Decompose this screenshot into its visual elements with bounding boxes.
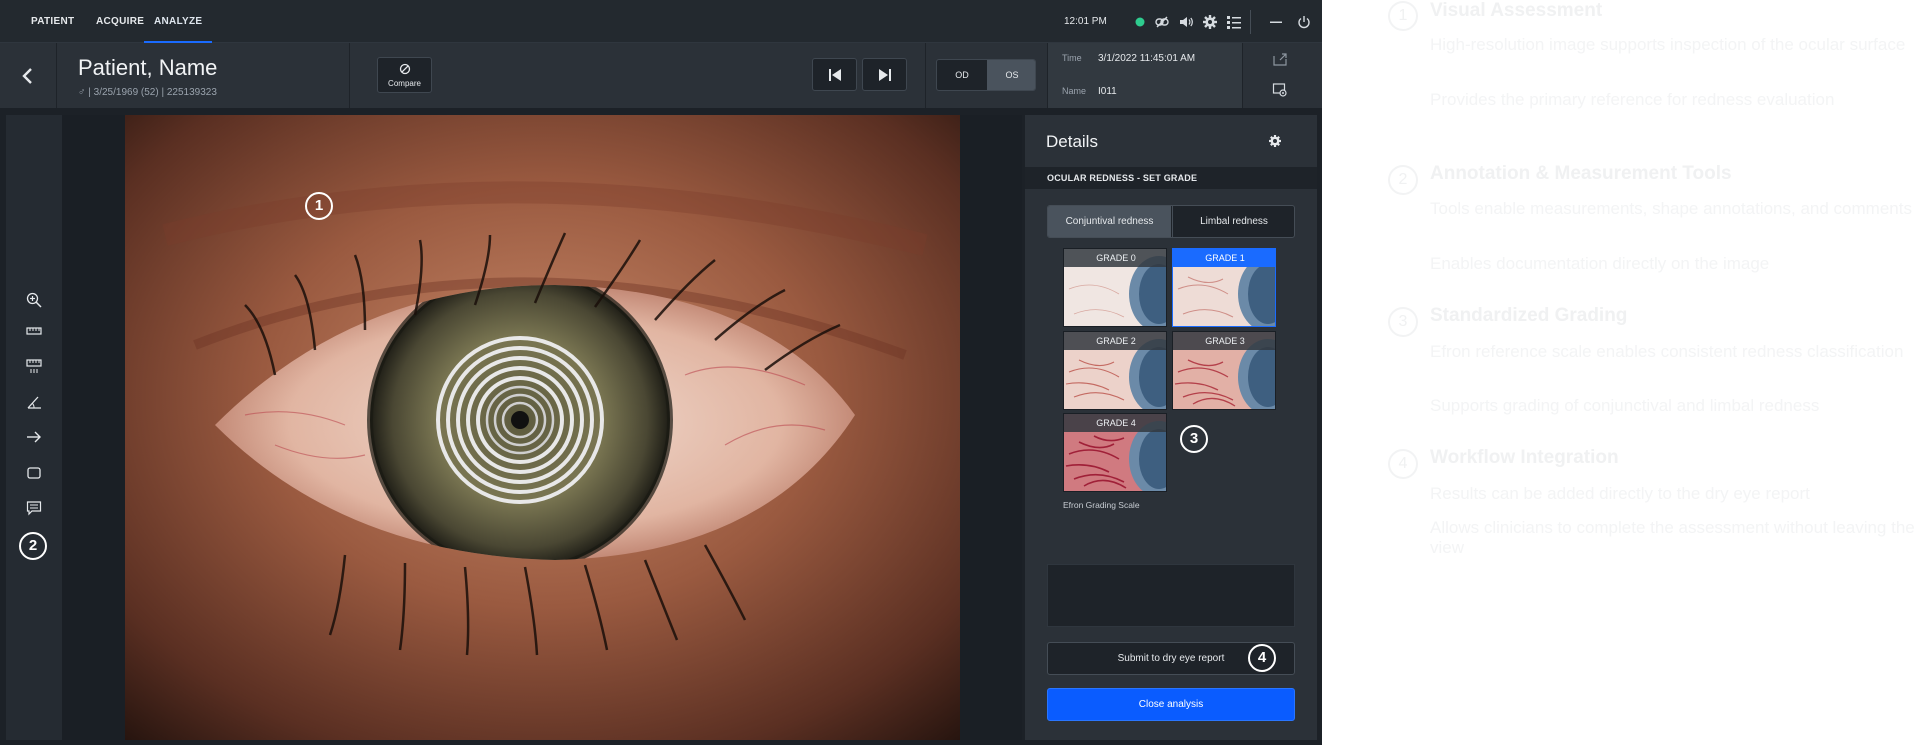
info-line: Tools enable measurements, shape annotat… — [1430, 199, 1912, 218]
link-icon[interactable] — [1154, 14, 1170, 30]
nav-separator — [1250, 10, 1251, 34]
next-image-button[interactable] — [862, 58, 907, 91]
image-settings-icon[interactable] — [1272, 82, 1288, 98]
grade-label: GRADE 3 — [1173, 332, 1275, 350]
shape-icon — [27, 467, 41, 479]
skip-previous-icon — [828, 68, 841, 81]
tab-acquire[interactable]: ACQUIRE — [96, 0, 144, 43]
eye-option-os[interactable]: OS — [987, 60, 1035, 90]
grade-card[interactable]: GRADE 3 — [1172, 331, 1276, 410]
skip-next-icon — [878, 68, 891, 81]
grade-card-selected[interactable]: GRADE 1 — [1172, 248, 1276, 327]
redness-type-selector: Conjuntival redness Limbal redness — [1047, 205, 1295, 238]
top-navigation: PATIENT ACQUIRE ANALYZE 12:01 PM — [0, 0, 1322, 43]
section-title: OCULAR REDNESS - SET GRADE — [1047, 173, 1198, 183]
chevron-left-icon — [22, 67, 32, 84]
eye-option-od[interactable]: OD — [937, 60, 987, 90]
details-title: Details — [1046, 132, 1098, 151]
status-dot-icon — [1135, 17, 1145, 27]
grading-scale-label: Efron Grading Scale — [1063, 500, 1140, 510]
compare-button[interactable]: Compare — [377, 57, 432, 93]
info-line: Supports grading of conjunctival and lim… — [1430, 396, 1820, 415]
info-number: 3 — [1388, 307, 1418, 337]
info-line: Allows clinicians to complete the assess… — [1430, 518, 1915, 557]
ruler-icon — [26, 327, 42, 335]
list-icon[interactable] — [1226, 14, 1242, 30]
info-line: Enables documentation directly on the im… — [1430, 254, 1770, 273]
patient-bar: Patient, Name ♂ | 3/25/1969 (52) | 22513… — [0, 43, 1322, 108]
info-line: Provides the primary reference for redne… — [1430, 90, 1835, 109]
arrow-tool[interactable] — [25, 428, 43, 446]
segment-limbal[interactable]: Limbal redness — [1172, 206, 1294, 237]
angle-tool[interactable] — [25, 393, 43, 411]
eye-image — [125, 115, 960, 740]
compare-icon — [399, 63, 410, 75]
info-line: Results can be added directly to the dry… — [1430, 484, 1810, 503]
notes-area[interactable] — [1047, 564, 1295, 627]
segment-conjunctival[interactable]: Conjuntival redness — [1048, 206, 1171, 237]
feature-descriptions: 1 Visual Assessment High-resolution imag… — [1388, 0, 1920, 745]
eye-selector: OD OS — [936, 59, 1036, 91]
patient-meta: ♂ | 3/25/1969 (52) | 225139323 — [78, 87, 217, 98]
bar-divider — [925, 43, 926, 108]
annotation-toolbar: 2 — [6, 115, 62, 740]
image-viewport[interactable]: 1 — [62, 115, 1022, 740]
grade-card[interactable]: GRADE 2 — [1063, 331, 1167, 410]
grade-label: GRADE 1 — [1173, 249, 1275, 267]
name-value: I011 — [1098, 86, 1117, 97]
name-label: Name — [1062, 86, 1087, 96]
angle-icon — [27, 396, 41, 409]
measure-area-tool[interactable] — [25, 357, 43, 375]
tab-patient[interactable]: PATIENT — [31, 0, 74, 43]
power-icon[interactable] — [1296, 14, 1312, 30]
bar-divider — [349, 43, 350, 108]
measure-tool[interactable] — [25, 322, 43, 340]
back-button[interactable] — [0, 43, 57, 108]
grade-label: GRADE 2 — [1064, 332, 1166, 350]
shape-tool[interactable] — [25, 464, 43, 482]
callout-3: 3 — [1180, 425, 1208, 453]
minimize-icon[interactable] — [1268, 14, 1284, 30]
callout-4: 4 — [1248, 644, 1276, 672]
zoom-tool[interactable] — [25, 291, 43, 309]
previous-image-button[interactable] — [812, 58, 857, 91]
time-label: Time — [1062, 53, 1082, 63]
image-meta-panel: Time 3/1/2022 11:45:01 AM Name I011 — [1048, 43, 1242, 108]
volume-icon[interactable] — [1178, 14, 1194, 30]
info-number: 4 — [1388, 449, 1418, 479]
info-title: Workflow Integration — [1430, 447, 1619, 468]
info-line: High-resolution image supports inspectio… — [1430, 35, 1906, 54]
comment-icon — [26, 501, 42, 516]
compare-label: Compare — [388, 79, 421, 88]
info-title: Visual Assessment — [1430, 0, 1603, 21]
info-title: Standardized Grading — [1430, 305, 1628, 326]
callout-1: 1 — [305, 192, 333, 220]
arrow-icon — [27, 431, 41, 443]
comment-tool[interactable] — [25, 499, 43, 517]
time-value: 3/1/2022 11:45:01 AM — [1098, 53, 1196, 64]
close-analysis-button[interactable]: Close analysis — [1047, 688, 1295, 721]
bar-divider — [1242, 43, 1243, 108]
info-number: 2 — [1388, 165, 1418, 195]
export-icon[interactable] — [1272, 51, 1288, 67]
grade-card[interactable]: GRADE 0 — [1063, 248, 1167, 327]
grade-card[interactable]: GRADE 4 — [1063, 413, 1167, 492]
details-settings-icon[interactable] — [1267, 133, 1283, 149]
details-panel: Details OCULAR REDNESS - SET GRADE Conju… — [1025, 115, 1317, 740]
info-number: 1 — [1388, 1, 1418, 31]
callout-2: 2 — [19, 532, 47, 560]
zoom-in-icon — [26, 292, 42, 308]
info-title: Annotation & Measurement Tools — [1430, 163, 1732, 184]
patient-name: Patient, Name — [78, 55, 218, 80]
info-line: Efron reference scale enables consistent… — [1430, 342, 1904, 361]
section-header: OCULAR REDNESS - SET GRADE — [1025, 167, 1317, 189]
ruler-alt-icon — [26, 359, 42, 373]
analyze-window: PATIENT ACQUIRE ANALYZE 12:01 PM Patient… — [0, 0, 1322, 745]
grade-label: GRADE 4 — [1064, 414, 1166, 432]
clock: 12:01 PM — [1064, 16, 1107, 27]
tab-analyze[interactable]: ANALYZE — [144, 0, 213, 43]
settings-gear-icon[interactable] — [1202, 14, 1218, 30]
grade-label: GRADE 0 — [1064, 249, 1166, 267]
